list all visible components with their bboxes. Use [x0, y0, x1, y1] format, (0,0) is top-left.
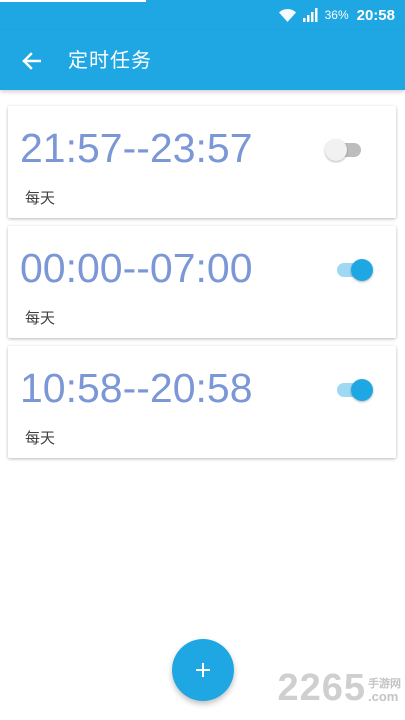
- battery-level: 36%: [324, 8, 349, 22]
- status-progress-line: [0, 0, 146, 2]
- plus-icon: [196, 663, 210, 677]
- task-repeat-label: 每天: [25, 189, 56, 207]
- task-toggle[interactable]: [325, 137, 365, 163]
- task-card[interactable]: 21:57--23:57 每天: [8, 106, 396, 218]
- task-time-range: 10:58--20:58: [20, 365, 253, 411]
- toggle-thumb: [351, 259, 373, 281]
- arrow-left-icon: [22, 52, 41, 70]
- add-task-button[interactable]: [172, 639, 234, 701]
- task-repeat-label: 每天: [25, 429, 56, 447]
- back-button[interactable]: [16, 46, 46, 76]
- task-time-range: 00:00--07:00: [20, 245, 253, 291]
- task-card[interactable]: 00:00--07:00 每天: [8, 226, 396, 338]
- status-bar: 36% 20:58: [0, 0, 405, 30]
- app-bar: 定时任务: [0, 30, 405, 90]
- task-toggle[interactable]: [335, 377, 375, 403]
- status-icons: 36% 20:58: [278, 5, 395, 25]
- task-toggle[interactable]: [335, 257, 375, 283]
- task-card[interactable]: 10:58--20:58 每天: [8, 346, 396, 458]
- watermark-main: 2265: [277, 667, 366, 709]
- page-title: 定时任务: [68, 48, 152, 72]
- watermark-logo: 2265 手游网 .com: [277, 668, 401, 708]
- toggle-thumb: [325, 139, 347, 161]
- task-time-range: 21:57--23:57: [20, 125, 253, 171]
- watermark-suffix: .com: [368, 689, 399, 704]
- status-clock: 20:58: [356, 6, 395, 24]
- task-repeat-label: 每天: [25, 309, 56, 327]
- toggle-thumb: [351, 379, 373, 401]
- wifi-icon: [278, 8, 296, 22]
- signal-icon: [302, 8, 318, 22]
